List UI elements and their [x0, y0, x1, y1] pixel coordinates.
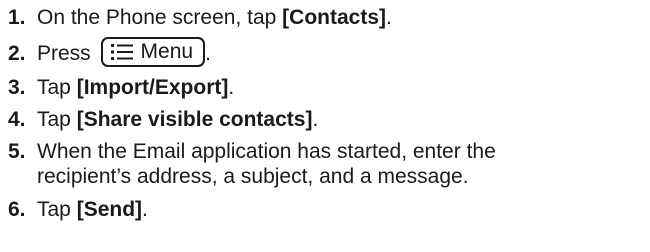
menu-key: Menu: [100, 37, 206, 68]
step-text-end: .: [312, 108, 319, 131]
step-3: 3. Tap [Import/Export].: [8, 75, 648, 100]
step-5: 5. When the Email application has started…: [8, 139, 648, 189]
step-number: 4.: [8, 108, 26, 131]
step-number: 5.: [8, 140, 26, 163]
instruction-steps: 1. On the Phone screen, tap [Contacts]. 2…: [8, 0, 648, 222]
step-text-end: .: [205, 42, 211, 65]
menu-list-icon: [110, 44, 133, 61]
step-text: Tap: [37, 108, 77, 131]
step-text-end: .: [228, 76, 235, 99]
step-bold-label: [Send]: [76, 198, 143, 221]
step-text: Press: [37, 42, 91, 65]
step-number: 1.: [8, 6, 26, 29]
step-bold-label: [Contacts]: [282, 6, 387, 29]
step-1: 1. On the Phone screen, tap [Contacts].: [8, 5, 648, 30]
step-text: Tap: [37, 76, 77, 99]
step-text-line-1: When the Email application has started, …: [37, 140, 496, 163]
step-number: 2.: [8, 42, 26, 65]
step-text-end: .: [142, 198, 148, 221]
step-number: 3.: [8, 76, 26, 99]
step-text: Tap: [37, 198, 77, 221]
menu-key-label: Menu: [140, 40, 194, 64]
step-4: 4. Tap [Share visible contacts].: [8, 107, 648, 132]
step-text-line-2: recipient’s address, a subject, and a me…: [37, 165, 469, 188]
step-bold-label: [Import/Export]: [76, 76, 229, 99]
step-number: 6.: [8, 198, 26, 221]
step-bold-label: [Share visible contacts]: [76, 108, 313, 131]
step-2: 2. Press Menu .: [8, 37, 648, 69]
step-text-end: .: [386, 6, 392, 29]
step-6: 6. Tap [Send].: [8, 197, 648, 222]
step-text: On the Phone screen, tap: [37, 6, 283, 29]
